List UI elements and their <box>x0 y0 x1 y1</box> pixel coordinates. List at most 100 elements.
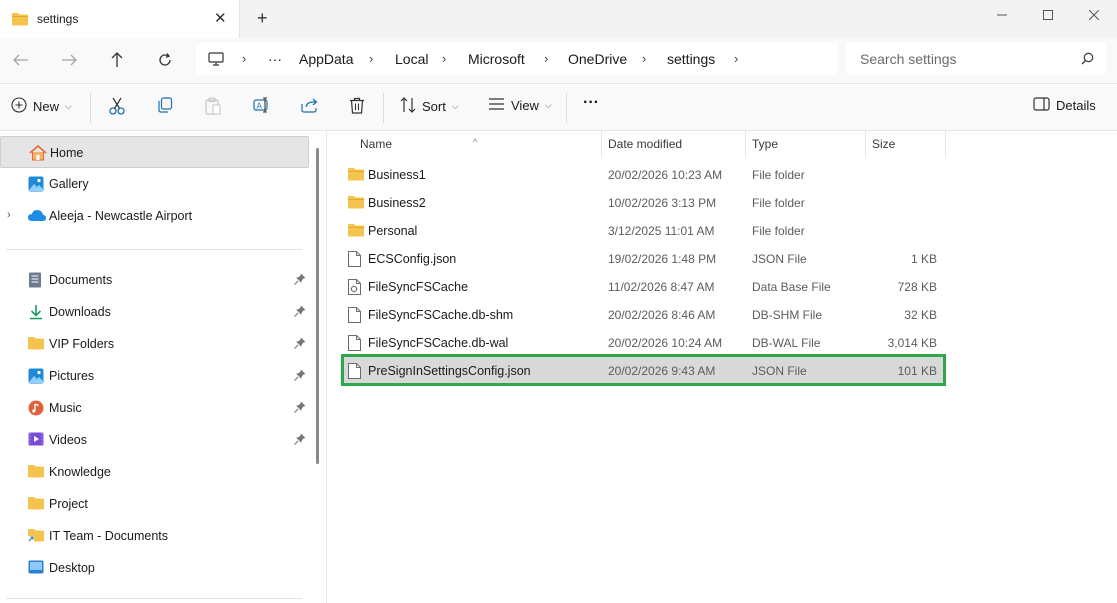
column-divider[interactable] <box>865 131 866 157</box>
sidebar-item-vip-folders[interactable]: VIP Folders <box>0 328 309 360</box>
breadcrumb-onedrive[interactable]: OneDrive <box>568 51 627 67</box>
close-window-button[interactable] <box>1071 0 1117 30</box>
minimize-button[interactable] <box>979 0 1025 30</box>
file-row[interactable]: Personal 3/12/2025 11:01 AM File folder <box>344 217 943 245</box>
view-button[interactable]: View ⌵ <box>488 97 552 114</box>
sidebar-item-label: Desktop <box>49 561 95 575</box>
sidebar-item-videos[interactable]: Videos <box>0 424 309 456</box>
column-header-type[interactable]: Type <box>752 137 778 151</box>
copy-button[interactable] <box>157 97 173 116</box>
search-input[interactable]: Search settings <box>860 51 957 67</box>
breadcrumb-microsoft[interactable]: Microsoft <box>468 51 525 67</box>
file-date: 20/02/2026 9:43 AM <box>608 364 716 378</box>
file-row[interactable]: Business2 10/02/2026 3:13 PM File folder <box>344 189 943 217</box>
breadcrumb-chevron[interactable]: › <box>544 51 548 66</box>
divider <box>6 598 302 599</box>
details-label: Details <box>1056 98 1096 113</box>
column-header-date[interactable]: Date modified <box>608 137 682 151</box>
breadcrumb-chevron[interactable]: › <box>242 51 246 66</box>
file-row-selected[interactable]: PreSignInSettingsConfig.json 20/02/2026 … <box>344 357 943 385</box>
sidebar-item-label: Videos <box>49 433 87 447</box>
file-date: 20/02/2026 10:24 AM <box>608 336 723 350</box>
address-bar[interactable]: › ··· AppData › Local › Microsoft › OneD… <box>196 43 838 75</box>
column-divider[interactable] <box>745 131 746 157</box>
new-tab-button[interactable]: + <box>257 8 268 29</box>
file-icon <box>348 307 361 326</box>
details-button[interactable]: Details <box>1033 97 1096 114</box>
pin-icon[interactable] <box>294 433 306 448</box>
maximize-button[interactable] <box>1025 0 1071 30</box>
breadcrumb-local[interactable]: Local <box>395 51 428 67</box>
file-type: JSON File <box>752 364 807 378</box>
paste-button[interactable] <box>205 97 221 118</box>
sidebar-item-home[interactable]: Home <box>0 136 309 168</box>
breadcrumb-chevron[interactable]: › <box>442 51 446 66</box>
breadcrumb-chevron[interactable]: › <box>642 51 646 66</box>
breadcrumb-appdata[interactable]: AppData <box>299 51 353 67</box>
column-header-row: ^ Name Date modified Type Size <box>327 131 1117 157</box>
sidebar-item-desktop[interactable]: Desktop <box>0 552 309 584</box>
close-tab-icon[interactable]: ✕ <box>214 9 227 27</box>
breadcrumb-more[interactable]: ··· <box>268 51 282 67</box>
sidebar-item-knowledge[interactable]: Knowledge <box>0 456 309 488</box>
cut-button[interactable] <box>109 97 125 118</box>
sidebar-item-label: Music <box>49 401 82 415</box>
command-bar: New ⌵ A Sort ⌵ View ⌵ ··· Details <box>0 85 1117 131</box>
column-header-name[interactable]: Name <box>360 137 392 151</box>
breadcrumb-settings[interactable]: settings <box>667 51 715 67</box>
forward-button[interactable] <box>57 50 81 70</box>
file-row[interactable]: FileSyncFSCache.db-wal 20/02/2026 10:24 … <box>344 329 943 357</box>
new-button[interactable]: New ⌵ <box>11 97 72 116</box>
pin-icon[interactable] <box>294 369 306 384</box>
home-icon <box>29 144 47 161</box>
column-header-size[interactable]: Size <box>872 137 895 151</box>
up-button[interactable] <box>105 50 129 70</box>
navigation-pane: Home Gallery › Aleeja - Newcastle Airpor… <box>0 131 320 603</box>
clipboard-icon <box>205 97 221 118</box>
tab-settings[interactable]: settings ✕ <box>0 0 240 38</box>
file-row[interactable]: FileSyncFSCache.db-shm 20/02/2026 8:46 A… <box>344 301 943 329</box>
sidebar-scrollbar[interactable] <box>316 148 319 464</box>
share-button[interactable] <box>301 97 318 116</box>
sidebar-item-project[interactable]: Project <box>0 488 309 520</box>
pin-icon[interactable] <box>294 273 306 288</box>
column-divider[interactable] <box>945 131 946 157</box>
search-icon <box>1081 52 1094 68</box>
sidebar-item-onedrive[interactable]: › Aleeja - Newcastle Airport <box>0 200 309 232</box>
sidebar-item-it-team-documents[interactable]: IT Team - Documents <box>0 520 309 552</box>
pin-icon[interactable] <box>294 401 306 416</box>
pin-icon[interactable] <box>294 337 306 352</box>
sidebar-item-documents[interactable]: Documents <box>0 264 309 296</box>
column-divider[interactable] <box>601 131 602 157</box>
file-type: File folder <box>752 168 805 182</box>
file-row[interactable]: FileSyncFSCache 11/02/2026 8:47 AM Data … <box>344 273 943 301</box>
sort-button[interactable]: Sort ⌵ <box>400 97 459 116</box>
sidebar-item-gallery[interactable]: Gallery <box>0 168 309 200</box>
file-type: Data Base File <box>752 280 831 294</box>
back-button[interactable] <box>9 50 33 70</box>
chevron-right-icon[interactable]: › <box>7 209 11 221</box>
breadcrumb-chevron[interactable]: › <box>734 51 738 66</box>
refresh-button[interactable] <box>153 50 177 70</box>
sort-ascending-icon: ^ <box>473 137 478 147</box>
file-icon <box>348 251 361 270</box>
delete-button[interactable] <box>349 97 365 117</box>
file-date: 3/12/2025 11:01 AM <box>608 224 715 238</box>
search-box[interactable]: Search settings <box>846 43 1106 75</box>
file-row[interactable]: ECSConfig.json 19/02/2026 1:48 PM JSON F… <box>344 245 943 273</box>
sidebar-item-label: Home <box>50 146 84 160</box>
sidebar-item-music[interactable]: Music <box>0 392 309 424</box>
sidebar-item-downloads[interactable]: Downloads <box>0 296 309 328</box>
rename-button[interactable]: A <box>253 97 271 116</box>
breadcrumb-chevron[interactable]: › <box>369 51 373 66</box>
more-options-button[interactable]: ··· <box>583 94 599 112</box>
divider <box>90 93 91 123</box>
sidebar-item-label: Aleeja - Newcastle Airport <box>49 209 193 223</box>
sidebar-item-label: Knowledge <box>49 465 111 479</box>
file-row[interactable]: Business1 20/02/2026 10:23 AM File folde… <box>344 161 943 189</box>
sidebar-item-pictures[interactable]: Pictures <box>0 360 309 392</box>
divider <box>566 93 567 123</box>
address-row: › ··· AppData › Local › Microsoft › OneD… <box>0 38 1117 84</box>
pin-icon[interactable] <box>294 305 306 320</box>
desktop-icon <box>28 560 44 576</box>
